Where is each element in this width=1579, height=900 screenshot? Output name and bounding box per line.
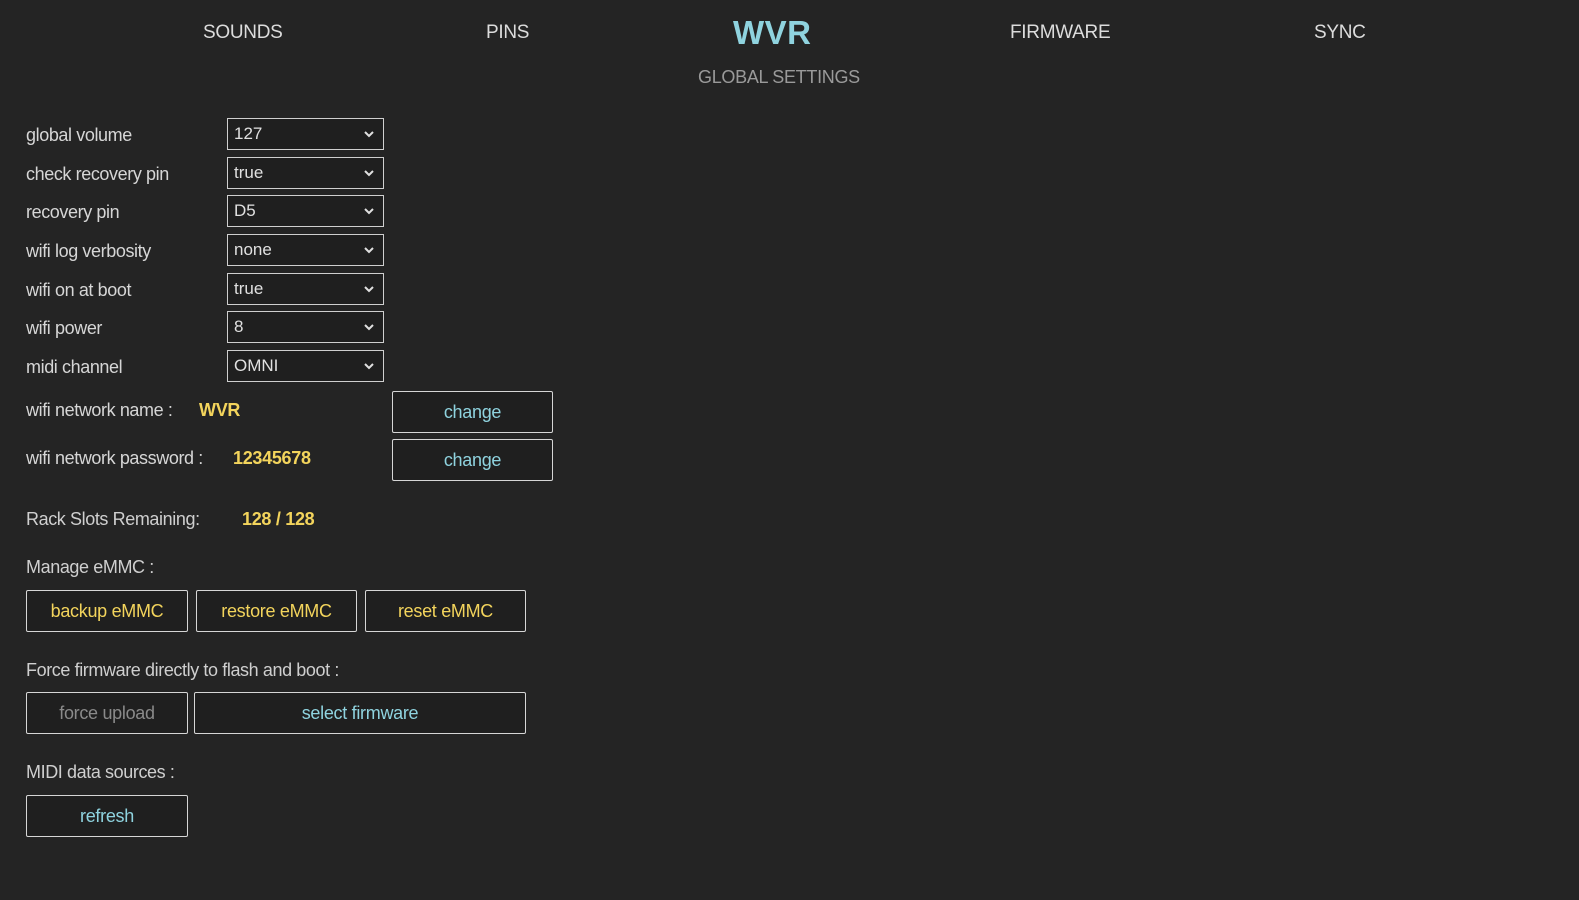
midi-channel-value: OMNI <box>234 356 279 375</box>
backup-emmc-button[interactable]: backup eMMC <box>26 590 188 632</box>
chevron-down-icon <box>364 324 374 331</box>
manage-emmc-label: Manage eMMC : <box>26 557 154 577</box>
nav-firmware[interactable]: FIRMWARE <box>1010 22 1111 44</box>
recovery-pin-label: recovery pin <box>26 202 120 222</box>
global-volume-select[interactable]: 127 <box>227 118 384 150</box>
wifi-on-at-boot-label: wifi on at boot <box>26 280 132 300</box>
rack-slots-label: Rack Slots Remaining: <box>26 509 200 529</box>
global-volume-value: 127 <box>234 124 263 143</box>
wifi-network-name-value: WVR <box>199 400 241 420</box>
restore-emmc-button[interactable]: restore eMMC <box>196 590 357 632</box>
global-volume-label: global volume <box>26 125 132 145</box>
wifi-power-select[interactable]: 8 <box>227 311 384 343</box>
chevron-down-icon <box>364 208 374 215</box>
nav-sounds[interactable]: SOUNDS <box>203 22 283 44</box>
reset-emmc-button[interactable]: reset eMMC <box>365 590 526 632</box>
wifi-on-at-boot-value: true <box>234 279 264 298</box>
recovery-pin-value: D5 <box>234 201 256 220</box>
wifi-log-verbosity-value: none <box>234 240 272 259</box>
rack-slots-value: 128 / 128 <box>242 509 315 529</box>
wifi-power-label: wifi power <box>26 318 103 338</box>
check-recovery-pin-select[interactable]: true <box>227 157 384 189</box>
wifi-network-password-value: 12345678 <box>233 448 311 468</box>
select-firmware-button[interactable]: select firmware <box>194 692 526 734</box>
chevron-down-icon <box>364 170 374 177</box>
check-recovery-pin-value: true <box>234 163 264 182</box>
nav-pins[interactable]: PINS <box>486 22 529 44</box>
recovery-pin-select[interactable]: D5 <box>227 195 384 227</box>
wifi-network-password-label: wifi network password : <box>26 448 203 468</box>
chevron-down-icon <box>364 131 374 138</box>
chevron-down-icon <box>364 363 374 370</box>
page-title: GLOBAL SETTINGS <box>698 67 860 87</box>
wifi-on-at-boot-select[interactable]: true <box>227 273 384 305</box>
global-settings-page: SOUNDS PINS WVR FIRMWARE SYNC GLOBAL SET… <box>0 0 1579 900</box>
nav-sync[interactable]: SYNC <box>1314 22 1366 44</box>
wifi-log-verbosity-label: wifi log verbosity <box>26 241 151 261</box>
chevron-down-icon <box>364 286 374 293</box>
force-firmware-label: Force firmware directly to flash and boo… <box>26 660 339 680</box>
wifi-network-name-label: wifi network name : <box>26 400 173 420</box>
midi-channel-select[interactable]: OMNI <box>227 350 384 382</box>
refresh-button[interactable]: refresh <box>26 795 188 837</box>
change-wifi-password-button[interactable]: change <box>392 439 553 481</box>
brand-logo[interactable]: WVR <box>733 14 812 52</box>
midi-channel-label: midi channel <box>26 357 123 377</box>
change-wifi-name-button[interactable]: change <box>392 391 553 433</box>
midi-data-sources-label: MIDI data sources : <box>26 762 175 782</box>
check-recovery-pin-label: check recovery pin <box>26 164 169 184</box>
force-upload-button[interactable]: force upload <box>26 692 188 734</box>
chevron-down-icon <box>364 247 374 254</box>
wifi-power-value: 8 <box>234 317 244 336</box>
wifi-log-verbosity-select[interactable]: none <box>227 234 384 266</box>
